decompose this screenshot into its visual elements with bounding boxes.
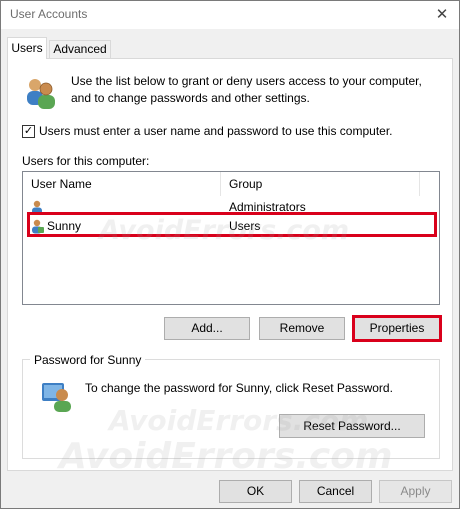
- apply-button[interactable]: Apply: [379, 480, 452, 503]
- user-accounts-window: User Accounts ✕ Users Advanced Use the l…: [0, 0, 460, 509]
- user-group-cell: Users: [229, 219, 261, 233]
- column-header-user-name[interactable]: User Name: [23, 172, 221, 196]
- user-icon: [32, 219, 44, 234]
- password-group-title: Password for Sunny: [30, 353, 146, 367]
- list-item[interactable]: Administrators: [23, 198, 439, 217]
- user-name-cell: Sunny: [47, 219, 82, 233]
- reset-password-button[interactable]: Reset Password...: [279, 414, 425, 438]
- column-header-group[interactable]: Group: [222, 172, 420, 196]
- user-icon: [32, 200, 42, 215]
- tab-advanced[interactable]: Advanced: [49, 40, 111, 59]
- properties-button[interactable]: Properties: [354, 317, 440, 340]
- add-button[interactable]: Add...: [164, 317, 250, 340]
- password-instructions: To change the password for Sunny, click …: [85, 381, 393, 395]
- intro-text: Use the list below to grant or deny user…: [71, 74, 422, 105]
- cancel-button[interactable]: Cancel: [299, 480, 372, 503]
- users-list[interactable]: User Name Group Administrators Sunny Use…: [22, 171, 440, 305]
- user-group-cell: Administrators: [229, 200, 306, 214]
- users-tab-panel: Use the list below to grant or deny user…: [7, 58, 453, 471]
- window-title: User Accounts: [10, 7, 88, 21]
- remove-button[interactable]: Remove: [259, 317, 345, 340]
- close-icon[interactable]: ✕: [427, 1, 457, 29]
- user-password-icon: [42, 383, 71, 412]
- ok-button[interactable]: OK: [219, 480, 292, 503]
- require-login-checkbox[interactable]: ✓: [22, 125, 35, 138]
- tab-users[interactable]: Users: [7, 37, 47, 59]
- users-group-icon: [27, 79, 55, 109]
- list-item[interactable]: Sunny Users: [23, 217, 439, 236]
- title-bar: User Accounts ✕: [1, 1, 459, 29]
- require-login-label[interactable]: Users must enter a user name and passwor…: [39, 124, 393, 138]
- users-list-caption: Users for this computer:: [22, 154, 150, 168]
- password-group-box: [22, 359, 440, 459]
